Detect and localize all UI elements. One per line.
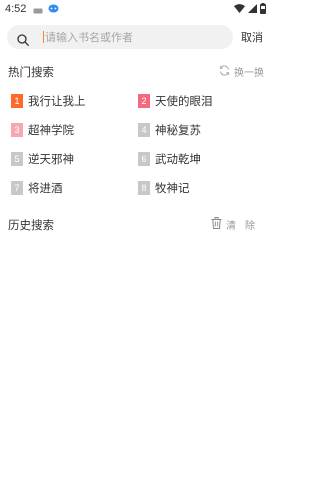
clear-history-label: 清除	[226, 221, 264, 232]
hot-item[interactable]: 6 武动乾坤	[138, 152, 201, 166]
chat-app-icon	[48, 4, 59, 17]
hot-item[interactable]: 2 天使的眼泪	[138, 94, 213, 108]
hot-item-title: 我行让我上	[28, 94, 86, 108]
hot-item-title: 天使的眼泪	[155, 94, 213, 108]
search-input[interactable]	[43, 25, 225, 49]
rank-badge: 3	[11, 123, 23, 137]
status-system-icons	[234, 3, 266, 17]
hot-search-title: 热门搜索	[8, 65, 54, 79]
hot-item[interactable]: 4 神秘复苏	[138, 123, 201, 137]
hot-item-title: 神秘复苏	[155, 123, 201, 137]
rank-badge: 5	[11, 152, 23, 166]
refresh-label: 换一换	[234, 68, 264, 79]
rank-badge: 2	[138, 94, 150, 108]
cancel-button[interactable]: 取消	[241, 29, 263, 45]
rank-badge: 6	[138, 152, 150, 166]
status-bar: 4:52	[0, 0, 270, 18]
wifi-icon	[234, 4, 245, 16]
clear-history-button[interactable]: 清除	[211, 217, 264, 232]
search-bar: 取消	[0, 25, 270, 51]
battery-icon	[260, 3, 266, 17]
rank-badge: 8	[138, 181, 150, 195]
status-time: 4:52	[5, 3, 27, 15]
hot-item[interactable]: 8 牧神记	[138, 181, 190, 195]
history-title: 历史搜索	[8, 218, 54, 232]
hot-item-title: 超神学院	[28, 123, 74, 137]
refresh-button[interactable]: 换一换	[219, 64, 264, 79]
rank-badge: 1	[11, 94, 23, 108]
hot-item[interactable]: 7 将进酒	[11, 181, 63, 195]
search-icon	[17, 31, 29, 46]
status-notification-icons	[33, 4, 59, 17]
trash-icon	[211, 217, 222, 232]
search-screen: 4:52 请输入书名或作者 取消 热门搜索 换一换 1 我行让我上 2 天使的眼…	[0, 0, 270, 480]
hot-item-title: 将进酒	[28, 181, 63, 195]
notification-card-icon	[33, 5, 43, 17]
hot-item-title: 武动乾坤	[155, 152, 201, 166]
signal-icon	[248, 4, 257, 16]
hot-item[interactable]: 5 逆天邪神	[11, 152, 74, 166]
hot-item-title: 牧神记	[155, 181, 190, 195]
search-box[interactable]	[7, 25, 233, 49]
hot-item[interactable]: 1 我行让我上	[11, 94, 86, 108]
rank-badge: 4	[138, 123, 150, 137]
refresh-icon	[219, 64, 230, 79]
hot-item-title: 逆天邪神	[28, 152, 74, 166]
hot-item[interactable]: 3 超神学院	[11, 123, 74, 137]
rank-badge: 7	[11, 181, 23, 195]
